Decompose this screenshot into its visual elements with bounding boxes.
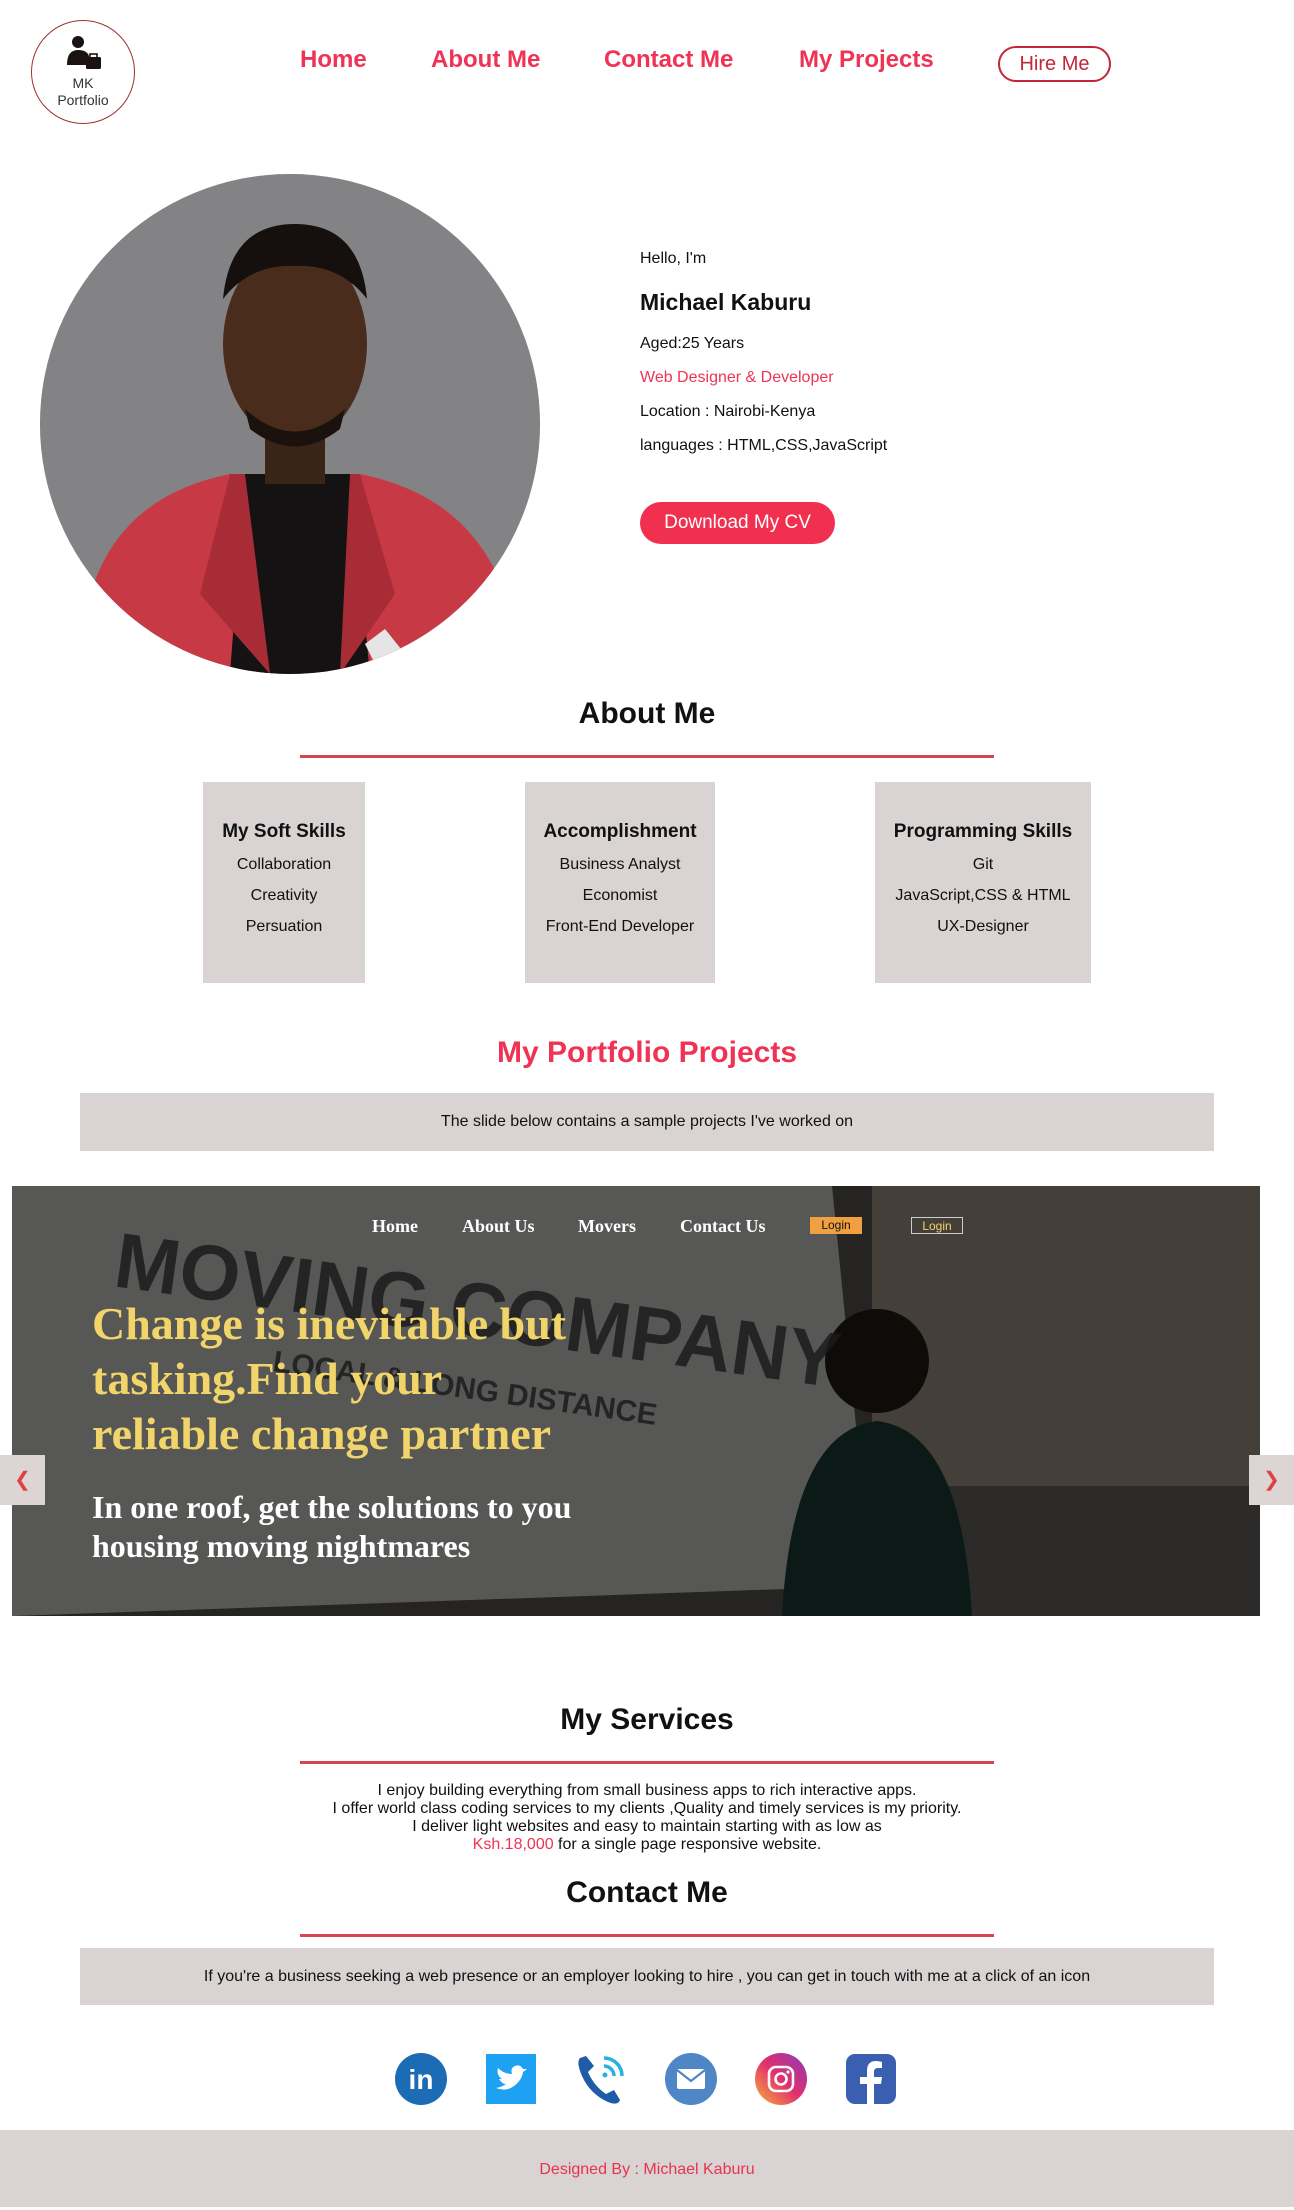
divider — [300, 1761, 994, 1764]
svg-text:in: in — [409, 2064, 434, 2095]
hero-location: Location : Nairobi-Kenya — [640, 403, 816, 420]
about-title: About Me — [578, 697, 716, 730]
slide-subline: In one roof, get the solutions to you ho… — [92, 1489, 572, 1564]
nav-my-projects[interactable]: My Projects — [799, 46, 934, 74]
login-button[interactable]: Login — [810, 1217, 862, 1234]
phone-icon[interactable] — [574, 2052, 628, 2106]
nav-contact-me[interactable]: Contact Me — [604, 46, 733, 74]
logo[interactable]: MK Portfolio — [31, 20, 135, 124]
login-button-outline[interactable]: Login — [911, 1217, 963, 1234]
services-title: My Services — [560, 1703, 734, 1736]
portfolio-title: My Portfolio Projects — [496, 1036, 798, 1069]
divider — [300, 1934, 994, 1937]
card-title: Accomplishment — [543, 821, 697, 842]
hero-languages: languages : HTML,CSS,JavaScript — [640, 437, 888, 454]
slide-nav-home[interactable]: Home — [372, 1216, 418, 1237]
hire-me-button[interactable]: Hire Me — [998, 46, 1111, 82]
download-cv-button[interactable]: Download My CV — [640, 502, 835, 544]
card-item: Persuation — [245, 918, 323, 935]
card-item: Economist — [582, 887, 658, 904]
accomplishment-card: Accomplishment Business Analyst Economis… — [525, 782, 715, 983]
slide-nav-contact-us[interactable]: Contact Us — [680, 1216, 766, 1237]
card-item: Front-End Developer — [545, 918, 695, 935]
facebook-icon[interactable] — [844, 2052, 898, 2106]
services-text: I enjoy building everything from small b… — [332, 1782, 962, 1853]
contact-title: Contact Me — [566, 1876, 728, 1909]
divider — [300, 755, 994, 758]
card-title: My Soft Skills — [222, 821, 346, 842]
footer-credit: Designed By : Michael Kaburu — [539, 2161, 755, 2178]
portfolio-note: The slide below contains a sample projec… — [80, 1093, 1214, 1151]
email-icon[interactable] — [664, 2052, 718, 2106]
contact-note: If you're a business seeking a web prese… — [80, 1948, 1214, 2005]
hero-name: Michael Kaburu — [640, 289, 812, 315]
person-briefcase-icon — [67, 36, 101, 69]
soft-skills-card: My Soft Skills Collaboration Creativity … — [203, 782, 365, 983]
project-slide[interactable]: MOVING COMPANY LOCAL & LONG DISTANCE Hom… — [12, 1186, 1260, 1616]
profile-photo — [40, 174, 540, 674]
hero-role: Web Designer & Developer — [640, 369, 834, 386]
twitter-icon[interactable] — [484, 2052, 538, 2106]
price: Ksh.18,000 — [472, 1836, 554, 1853]
slide-next-button[interactable]: ❯ — [1249, 1455, 1294, 1505]
slide-nav-movers[interactable]: Movers — [578, 1216, 636, 1237]
card-item: Git — [972, 856, 994, 873]
nav-home[interactable]: Home — [300, 46, 367, 74]
slide-prev-button[interactable]: ❮ — [0, 1455, 45, 1505]
slide-headline: Change is inevitable but tasking.Find yo… — [92, 1298, 567, 1459]
hero-age: Aged:25 Years — [640, 335, 745, 352]
instagram-icon[interactable] — [754, 2052, 808, 2106]
card-item: Business Analyst — [559, 856, 681, 873]
card-item: Creativity — [250, 887, 318, 904]
footer: Designed By : Michael Kaburu — [0, 2130, 1294, 2207]
nav-about-me[interactable]: About Me — [431, 46, 540, 74]
programming-skills-card: Programming Skills Git JavaScript,CSS & … — [875, 782, 1091, 983]
slide-nav-about-us[interactable]: About Us — [462, 1216, 535, 1237]
card-item: JavaScript,CSS & HTML — [895, 887, 1071, 904]
greeting: Hello, I'm — [640, 250, 707, 267]
card-title: Programming Skills — [893, 821, 1073, 842]
linkedin-icon[interactable]: in — [394, 2052, 448, 2106]
card-item: Collaboration — [236, 856, 332, 873]
logo-text: MK Portfolio — [57, 75, 109, 108]
card-item: UX-Designer — [937, 918, 1029, 935]
